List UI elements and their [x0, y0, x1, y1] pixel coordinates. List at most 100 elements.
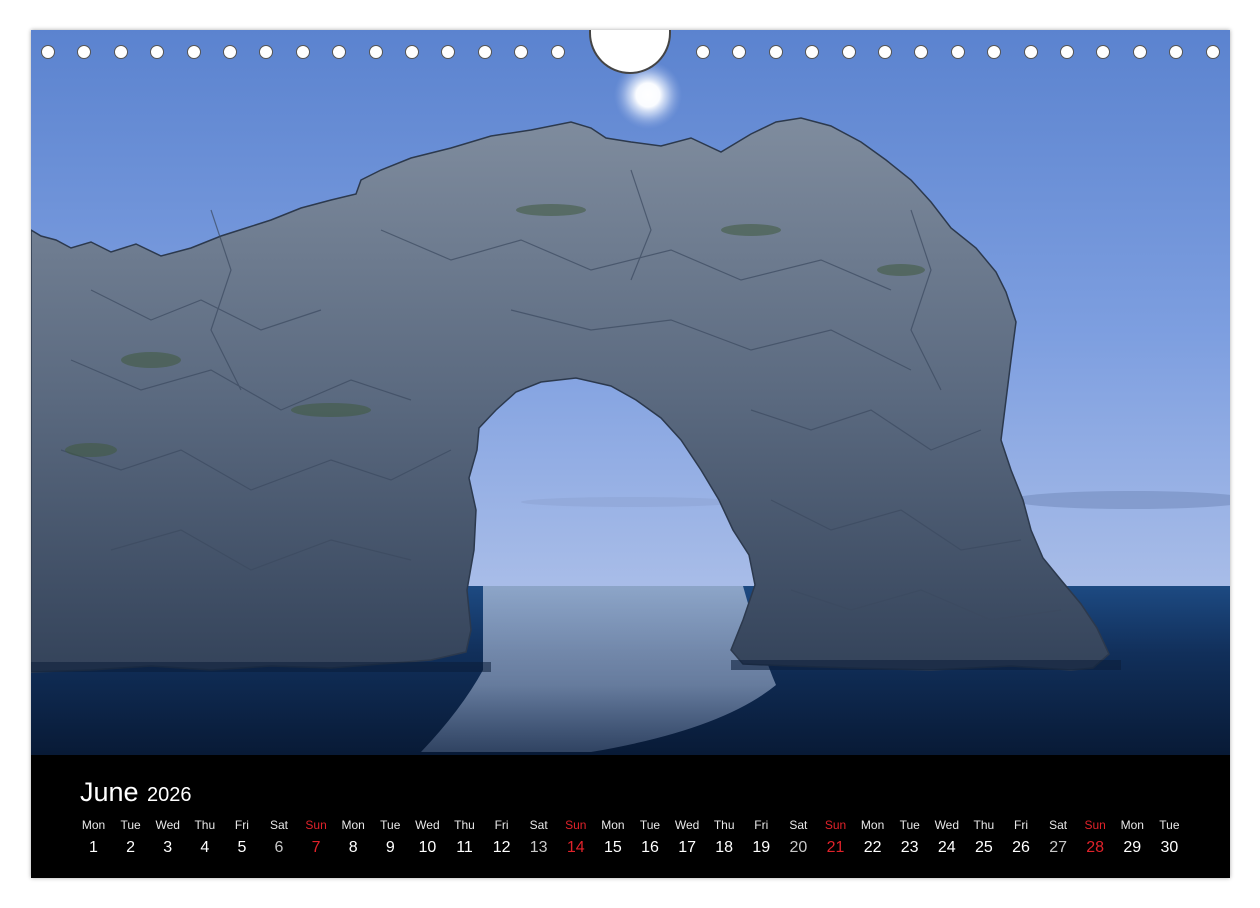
- day-name: Tue: [639, 818, 661, 832]
- binding-hole: [295, 45, 310, 59]
- binding-hole: [550, 45, 565, 59]
- day-name: Fri: [494, 818, 509, 832]
- day-name: Thu: [713, 818, 735, 832]
- day-name: Mon: [81, 818, 106, 832]
- day-cell: Sat 27: [1040, 817, 1077, 859]
- day-number: 17: [678, 839, 696, 856]
- day-cell: Sat 6: [261, 817, 298, 859]
- binding-hole: [1169, 45, 1184, 59]
- calendar-page: June 2026 Mon 1 Tue 2 Wed 3 Thu 4 Fri 5 Sat 6 Sun 7 Mo…: [31, 30, 1230, 878]
- day-number: 27: [1049, 839, 1067, 856]
- day-cell: Wed 24: [928, 817, 965, 859]
- day-cell: Mon 29: [1114, 817, 1151, 859]
- binding-hole: [259, 45, 274, 59]
- day-cell: Sun 21: [817, 817, 854, 859]
- binding-hole: [1023, 45, 1038, 59]
- day-cell: Fri 12: [483, 817, 520, 859]
- day-number: 29: [1123, 839, 1142, 856]
- day-number: 28: [1086, 839, 1105, 856]
- year-label: 2026: [147, 784, 192, 806]
- day-cell: Mon 22: [854, 817, 891, 859]
- day-number: 30: [1160, 839, 1179, 856]
- day-number: 2: [126, 839, 136, 856]
- day-cell: Mon 1: [75, 817, 112, 859]
- day-name: Mon: [860, 818, 885, 832]
- day-number: 8: [348, 839, 358, 856]
- binding-hole: [805, 45, 820, 59]
- binding-hole: [987, 45, 1002, 59]
- day-name: Mon: [1120, 818, 1144, 832]
- binding-hole: [186, 45, 201, 59]
- day-number: 4: [200, 839, 210, 856]
- day-cell: Tue 23: [891, 817, 928, 859]
- binding-hole: [41, 45, 55, 59]
- day-name: Wed: [934, 818, 960, 832]
- binding-hole: [405, 45, 419, 59]
- day-cell: Sun 14: [557, 817, 594, 859]
- day-number: 19: [752, 839, 771, 856]
- binding-hole: [878, 45, 892, 59]
- binding-hole: [732, 45, 747, 59]
- day-cell: Thu 18: [706, 817, 743, 859]
- day-cell: Fri 5: [223, 817, 260, 859]
- binding-hole: [914, 45, 929, 59]
- day-name: Tue: [899, 818, 920, 832]
- day-name: Mon: [601, 818, 625, 832]
- day-name: Sat: [529, 818, 548, 832]
- day-name: Sun: [824, 818, 847, 832]
- day-cell: Thu 11: [446, 817, 483, 859]
- calendar-band: June 2026 Mon 1 Tue 2 Wed 3 Thu 4 Fri 5 Sat 6 Sun 7 Mo…: [31, 755, 1230, 878]
- day-cell: Sun 28: [1077, 817, 1114, 859]
- binding-hole: [768, 45, 783, 59]
- binding-hole: [1205, 45, 1220, 59]
- binding-hole: [841, 45, 856, 59]
- day-name: Tue: [1159, 818, 1180, 832]
- day-number: 15: [603, 839, 622, 856]
- day-cell: Mon 8: [335, 817, 372, 859]
- day-number: 12: [492, 839, 511, 856]
- day-number: 24: [937, 839, 956, 856]
- binding-hole: [441, 45, 456, 59]
- binding-hole: [332, 45, 347, 59]
- day-cell: Sat 20: [780, 817, 817, 859]
- day-number: 7: [311, 839, 321, 856]
- day-cell: Tue 30: [1151, 817, 1188, 859]
- day-name: Sun: [305, 818, 327, 832]
- binding-hole: [368, 45, 383, 59]
- day-cell: Fri 19: [743, 817, 780, 859]
- day-name: Fri: [1014, 818, 1028, 832]
- binding-hole: [1060, 45, 1074, 59]
- day-name: Sun: [565, 818, 587, 832]
- day-cell: Tue 2: [112, 817, 149, 859]
- day-name: Wed: [415, 818, 440, 832]
- day-name: Sat: [269, 818, 288, 832]
- day-cell: Tue 16: [632, 817, 669, 859]
- day-name: Sat: [789, 818, 808, 832]
- day-number: 21: [826, 839, 845, 856]
- day-number: 10: [418, 839, 437, 856]
- binding-hole: [477, 45, 492, 59]
- day-name: Wed: [155, 818, 180, 832]
- binding-hole: [696, 45, 710, 59]
- binding-hole: [150, 45, 165, 59]
- day-cell: Mon 15: [594, 817, 631, 859]
- day-number: 23: [900, 839, 919, 856]
- day-name: Mon: [341, 818, 365, 832]
- day-number: 18: [715, 839, 734, 856]
- month-name: June: [80, 777, 139, 807]
- day-number: 26: [1012, 839, 1030, 856]
- day-cell: Thu 25: [965, 817, 1002, 859]
- binding-hole: [223, 45, 237, 59]
- day-name: Tue: [120, 818, 141, 832]
- binding-hole: [514, 45, 529, 59]
- binding-hole: [113, 45, 128, 59]
- day-name: Thu: [194, 818, 216, 832]
- day-number: 16: [641, 839, 659, 856]
- day-number: 3: [163, 839, 173, 856]
- day-cell: Thu 4: [186, 817, 223, 859]
- day-name: Wed: [674, 818, 700, 832]
- day-cell: Wed 10: [409, 817, 446, 859]
- day-name: Sun: [1084, 818, 1106, 832]
- day-cell: Fri 26: [1003, 817, 1040, 859]
- day-cell: Wed 3: [149, 817, 186, 859]
